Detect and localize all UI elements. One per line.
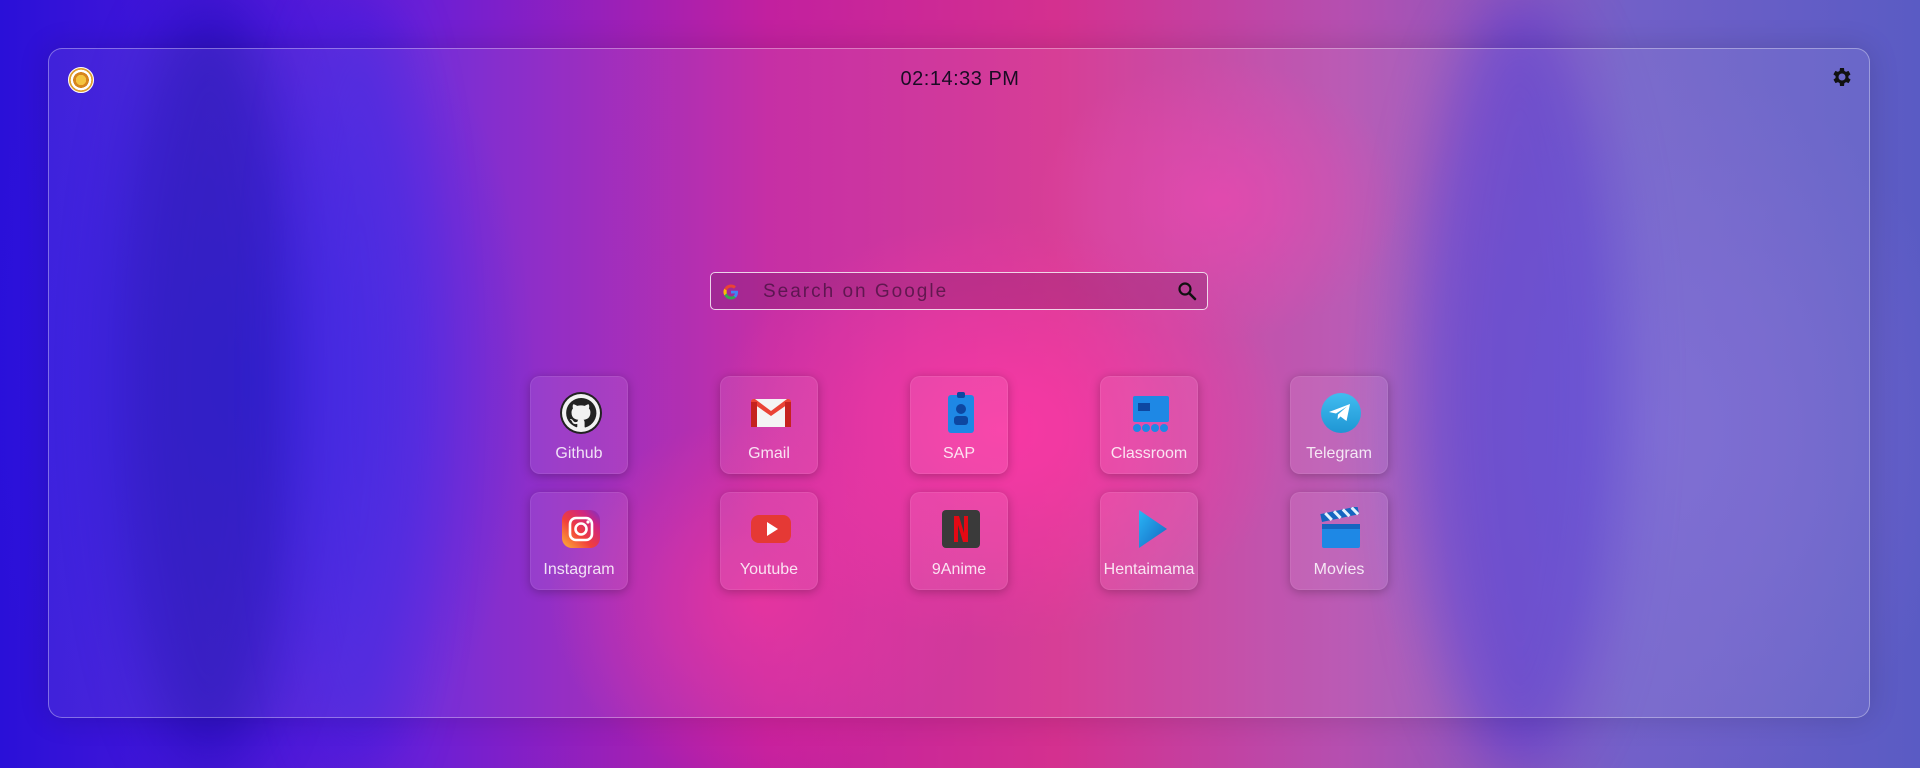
shortcut-label: Gmail [748, 445, 790, 462]
gmail-icon [751, 398, 791, 427]
shortcut-label: Instagram [543, 561, 615, 578]
shortcut-sap[interactable]: SAP [910, 376, 1008, 474]
youtube-icon [751, 515, 791, 543]
sap-icon [948, 392, 974, 433]
clock: 02:14:33 PM [900, 68, 1020, 90]
shortcut-label: Movies [1313, 561, 1365, 578]
shortcut-label: Telegram [1306, 445, 1372, 462]
telegram-icon [1321, 393, 1361, 433]
shortcut-github[interactable]: Github [530, 376, 628, 474]
shortcut-gmail[interactable]: Gmail [720, 376, 818, 474]
search-bar [710, 272, 1208, 310]
search-icon[interactable] [1177, 281, 1197, 301]
google-icon [723, 284, 738, 300]
instagram-icon [562, 510, 600, 548]
search-input[interactable] [761, 277, 1145, 307]
shortcut-instagram[interactable]: Instagram [530, 492, 628, 590]
shortcut-hentaimama[interactable]: Hentaimama [1100, 492, 1198, 590]
shortcut-movies[interactable]: Movies [1290, 492, 1388, 590]
github-icon [560, 392, 602, 434]
play-icon [1139, 510, 1167, 548]
shortcut-label: Github [555, 445, 603, 462]
shortcut-youtube[interactable]: Youtube [720, 492, 818, 590]
shortcut-label: Youtube [739, 561, 799, 578]
classroom-icon [1133, 396, 1169, 432]
netflix-icon [942, 510, 980, 548]
shortcut-label: Classroom [1110, 445, 1188, 462]
shortcut-label: Hentaimama [1103, 561, 1195, 578]
shortcut-label: 9Anime [931, 561, 987, 578]
shortcut-classroom[interactable]: Classroom [1100, 376, 1198, 474]
shortcut-label: SAP [942, 445, 975, 462]
gear-icon[interactable] [1830, 65, 1854, 89]
clapperboard-icon [1320, 507, 1360, 548]
shortcut-telegram[interactable]: Telegram [1290, 376, 1388, 474]
shortcut-9anime[interactable]: 9Anime [910, 492, 1008, 590]
